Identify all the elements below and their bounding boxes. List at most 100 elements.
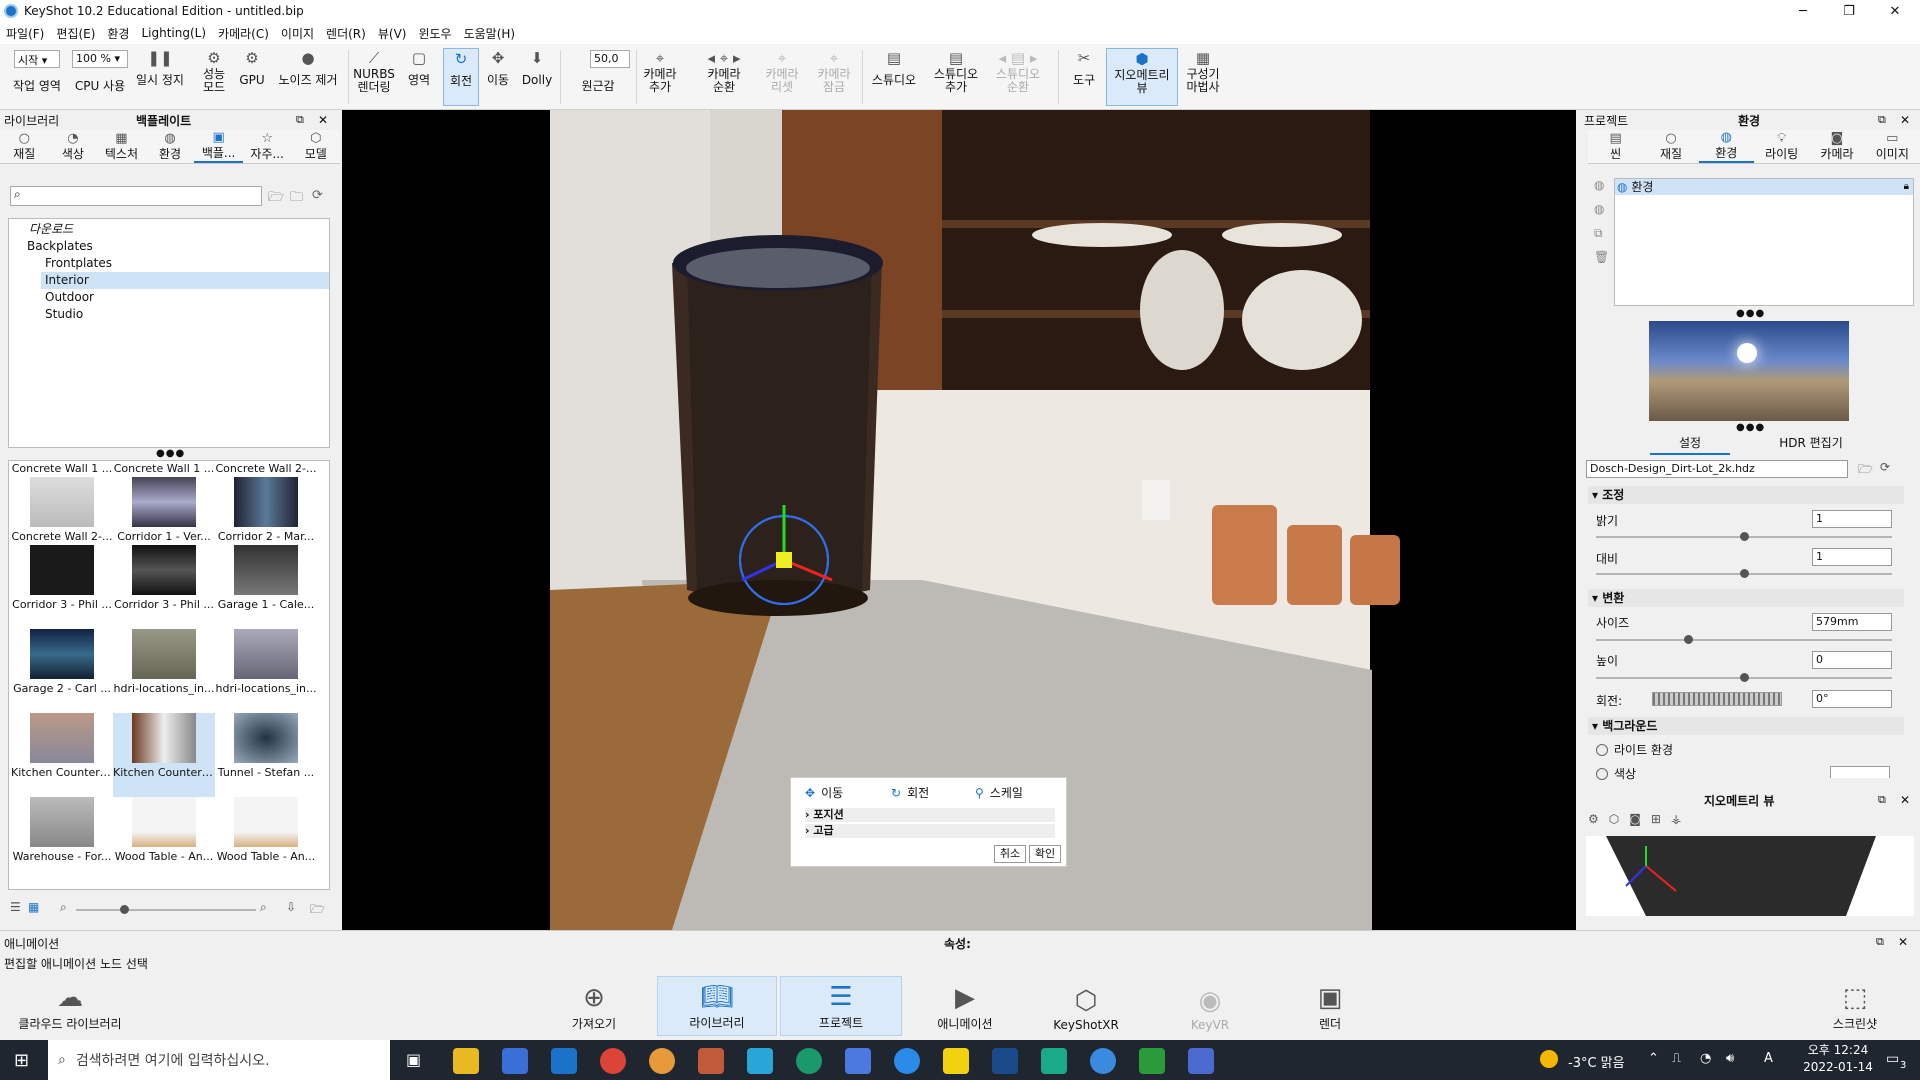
thumb-item[interactable]: Kitchen Counter ... xyxy=(11,713,113,797)
height-slider[interactable] xyxy=(1596,673,1892,682)
tree-item-outdoor[interactable]: Outdoor xyxy=(9,289,329,306)
gpu-button[interactable]: ⚙ GPU xyxy=(234,48,270,106)
menu-view[interactable]: 뷰(V) xyxy=(372,25,413,42)
store-icon[interactable] xyxy=(502,1048,528,1074)
transform-rotate-option[interactable]: ↻ 회전 xyxy=(891,784,929,801)
tree-item-downloads[interactable]: 다운로드 xyxy=(9,221,329,238)
pivot-section[interactable]: › 포지션 xyxy=(805,808,1055,822)
thumb-item[interactable]: hdri-locations_in... xyxy=(215,629,317,713)
tray-chevron-icon[interactable]: ⌃ xyxy=(1648,1051,1659,1066)
tree-item-backplates[interactable]: Backplates xyxy=(9,238,329,255)
duplicate-environment-icon[interactable]: ◍ xyxy=(1594,202,1604,216)
float-panel-icon[interactable]: ⧉ xyxy=(1878,113,1886,127)
download-icon[interactable]: ⇩ xyxy=(286,900,296,914)
rotation-input[interactable]: 0° xyxy=(1812,690,1892,708)
list-view-icon[interactable]: ☰ xyxy=(10,900,21,914)
tab-colors[interactable]: ◔ 색상 xyxy=(49,130,98,163)
slider-knob[interactable] xyxy=(1683,635,1693,644)
tab-scene[interactable]: ▤ 씬 xyxy=(1588,130,1643,163)
lock-camera-button[interactable]: ⌖ 카메라 잠금 xyxy=(814,48,854,106)
windows-start-icon[interactable]: ⊞ xyxy=(14,1050,29,1071)
tab-materials[interactable]: ○ 재질 xyxy=(1643,130,1698,163)
tree-item-frontplates[interactable]: Frontplates xyxy=(9,255,329,272)
thumb-item[interactable]: Garage 2 - Carl ... xyxy=(11,629,113,713)
clock[interactable]: 오후 12:24 2022-01-14 xyxy=(1790,1042,1886,1076)
section-adjust[interactable]: ▾ 조정 xyxy=(1588,486,1904,504)
thumb-item[interactable]: Wood Table - An... xyxy=(113,797,215,881)
sun-marker[interactable] xyxy=(1737,343,1757,363)
menu-environment[interactable]: 환경 xyxy=(101,25,135,42)
configurator-button[interactable]: ▦ 구성기 마법사 xyxy=(1180,48,1226,106)
settings-icon[interactable]: ⚙ xyxy=(1588,812,1599,826)
thumbnail-size-slider[interactable] xyxy=(76,905,256,914)
performance-mode-button[interactable]: ⚙ 성능 모드 xyxy=(196,48,232,106)
geometry-view-button[interactable]: ⬢ 지오메트리 뷰 xyxy=(1106,48,1178,106)
kakaotalk-icon[interactable] xyxy=(943,1048,969,1074)
tab-materials[interactable]: ○ 재질 xyxy=(0,130,49,163)
float-panel-icon[interactable]: ⧉ xyxy=(296,113,304,127)
close-panel-icon[interactable]: ✕ xyxy=(318,113,328,127)
tab-camera[interactable]: ◙ 카메라 xyxy=(1809,130,1864,163)
zoom-combo[interactable]: 100 % ▾ xyxy=(72,50,128,68)
keyshotxr-button[interactable]: ⬡ KeyShotXR xyxy=(1036,976,1136,1036)
environment-list-item[interactable]: ◍ 환경 🔒︎ xyxy=(1615,179,1913,195)
lock-icon[interactable]: 🔒︎ xyxy=(1904,179,1909,195)
menu-camera[interactable]: 카메라(C) xyxy=(212,25,275,42)
thumb-item[interactable]: Garage 1 - Cale... xyxy=(215,545,317,629)
tools-button[interactable]: ✂ 도구 xyxy=(1066,48,1102,106)
import-folder-icon[interactable]: 🗁 xyxy=(310,900,325,921)
zoom-out-icon[interactable]: ⌕ xyxy=(60,900,67,915)
height-input[interactable]: 0 xyxy=(1812,651,1892,669)
hdr-file-field[interactable]: Dosch-Design_Dirt-Lot_2k.hdz xyxy=(1586,460,1848,478)
close-button[interactable]: ✕ xyxy=(1872,0,1918,22)
menu-image[interactable]: 이미지 xyxy=(275,25,320,42)
refresh-icon[interactable]: ⟳ xyxy=(1880,460,1890,474)
add-environment-icon[interactable]: ◍ xyxy=(1594,178,1604,192)
menu-help[interactable]: 도움말(H) xyxy=(458,25,522,42)
size-slider[interactable] xyxy=(1596,635,1892,644)
render-viewport[interactable]: ✥ 이동 ↻ 회전 ⚲ 스케일 › 포지션 › 고급 취소 확인 xyxy=(342,110,1576,930)
float-panel-icon[interactable]: ⧉ xyxy=(1878,793,1886,807)
reset-camera-button[interactable]: ⌖ 카메라 리셋 xyxy=(762,48,802,106)
app-icon[interactable] xyxy=(698,1048,724,1074)
move-button[interactable]: ✥ 이동 xyxy=(480,48,516,106)
slider-knob[interactable] xyxy=(120,905,129,914)
section-transform[interactable]: ▾ 변환 xyxy=(1588,589,1904,607)
tree-item-studio[interactable]: Studio xyxy=(9,306,329,323)
app-icon[interactable] xyxy=(649,1048,675,1074)
ie-icon[interactable] xyxy=(894,1048,920,1074)
float-panel-icon[interactable]: ⧉ xyxy=(1876,935,1884,949)
splitter-handle[interactable]: ●●● xyxy=(1736,422,1765,433)
thumb-item[interactable]: Warehouse - For... xyxy=(11,797,113,881)
thumb-item[interactable]: hdri-locations_in... xyxy=(113,629,215,713)
folder-add-icon[interactable]: 🗀 xyxy=(290,188,303,210)
notification-icon[interactable]: ▭ xyxy=(1886,1051,1899,1067)
app-icon[interactable] xyxy=(1139,1048,1165,1074)
add-camera-button[interactable]: ⌖ 카메라 추가 xyxy=(640,48,680,106)
menu-render[interactable]: 렌더(R) xyxy=(320,25,372,42)
taskbar-search-box[interactable]: ⌕ 검색하려면 여기에 입력하십시오. xyxy=(48,1040,390,1080)
denoise-button[interactable]: ● 노이즈 제거 xyxy=(272,48,344,106)
section-background[interactable]: ▾ 백그라운드 xyxy=(1588,717,1904,735)
bg-color-swatch[interactable] xyxy=(1830,766,1890,778)
folder-open-icon[interactable]: 🗁 xyxy=(1858,460,1873,481)
zoom-in-icon[interactable]: ⌕ xyxy=(260,900,267,915)
tab-backplates[interactable]: ▣ 백플... xyxy=(194,130,243,163)
app-icon[interactable] xyxy=(845,1048,871,1074)
delete-icon[interactable]: 🗑︎ xyxy=(1594,250,1609,264)
fov-input[interactable]: 50,0 xyxy=(590,50,630,68)
thumb-item[interactable]: Concrete Wall 1 ... Concrete Wall 2-... xyxy=(11,461,113,545)
camera-icon[interactable]: ◙ xyxy=(1629,812,1641,826)
mail-icon[interactable] xyxy=(551,1048,577,1074)
render-button[interactable]: ▣ 렌더 xyxy=(1280,976,1380,1036)
library-search-input[interactable]: ⌕ xyxy=(10,186,262,206)
tree-item-interior[interactable]: Interior xyxy=(41,272,329,289)
slider-knob[interactable] xyxy=(1740,532,1749,541)
keyshot-taskbar-icon[interactable] xyxy=(1090,1048,1116,1074)
contrast-input[interactable]: 1 xyxy=(1812,548,1892,566)
cube-icon[interactable]: ⬡ xyxy=(1609,812,1619,826)
library-button[interactable]: 📖︎ 라이브러리 xyxy=(657,976,777,1036)
tab-lighting[interactable]: 💡︎ 라이팅 xyxy=(1754,130,1809,163)
brightness-input[interactable]: 1 xyxy=(1812,510,1892,528)
close-panel-icon[interactable]: ✕ xyxy=(1900,793,1910,807)
